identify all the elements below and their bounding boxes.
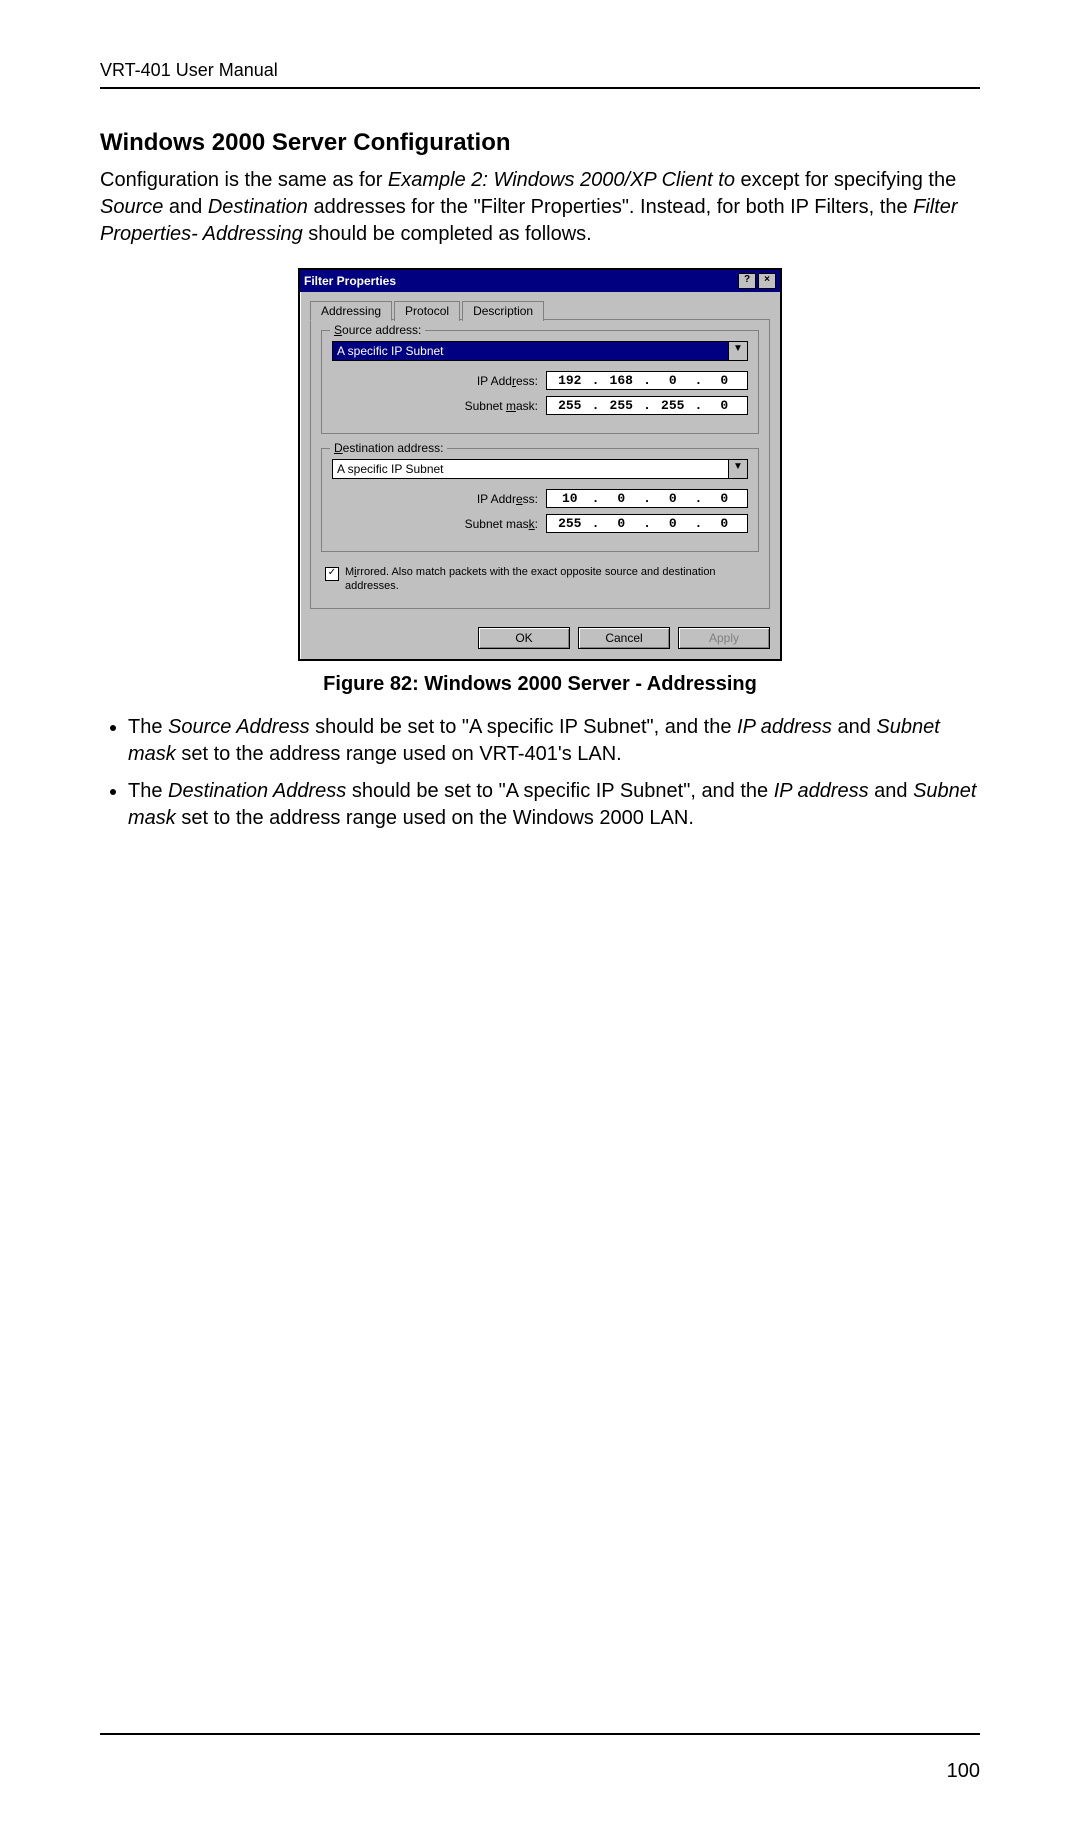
intro-italic-3: Destination [208, 196, 308, 218]
dialog-button-row: OK Cancel Apply [300, 617, 780, 659]
close-icon[interactable]: × [758, 273, 776, 289]
destination-mask-label: Subnet mask: [448, 517, 538, 531]
source-legend: Source address: [330, 323, 425, 337]
tab-strip: Addressing Protocol Description [310, 300, 770, 320]
mirrored-label: Mirrored. Also match packets with the ex… [345, 566, 755, 594]
destination-ip-label: IP Address: [448, 492, 538, 506]
ip-octet[interactable]: 0 [598, 515, 644, 532]
destination-legend: Destination address: [330, 441, 447, 455]
mirrored-checkbox-row[interactable]: ✓ Mirrored. Also match packets with the … [325, 566, 755, 594]
ip-octet[interactable]: 0 [650, 372, 696, 389]
ip-octet[interactable]: 0 [650, 515, 696, 532]
ip-octet[interactable]: 255 [547, 515, 593, 532]
ip-octet[interactable]: 192 [547, 372, 593, 389]
section-heading: Windows 2000 Server Configuration [100, 129, 980, 157]
source-address-group: Source address: A specific IP Subnet ▼ I… [321, 330, 759, 434]
intro-text: except for specifying the [741, 169, 957, 191]
ip-octet[interactable]: 0 [598, 490, 644, 507]
destination-mask-input[interactable]: 255. 0. 0. 0 [546, 514, 748, 533]
source-type-value: A specific IP Subnet [332, 341, 729, 361]
chevron-down-icon[interactable]: ▼ [729, 341, 748, 361]
intro-text: Configuration is the same as for [100, 169, 388, 191]
page-number: 100 [947, 1760, 980, 1783]
ip-octet[interactable]: 0 [701, 397, 747, 414]
ip-octet[interactable]: 255 [598, 397, 644, 414]
ip-octet[interactable]: 0 [701, 490, 747, 507]
filter-properties-dialog: Filter Properties ? × Addressing Protoco… [298, 268, 782, 661]
tab-protocol[interactable]: Protocol [394, 301, 460, 321]
bullet-list: The Source Address should be set to "A s… [100, 714, 980, 832]
figure-caption: Figure 82: Windows 2000 Server - Address… [100, 673, 980, 696]
dialog-titlebar[interactable]: Filter Properties ? × [300, 270, 780, 292]
ip-octet[interactable]: 255 [650, 397, 696, 414]
list-item: The Source Address should be set to "A s… [128, 714, 980, 768]
tab-addressing[interactable]: Addressing [310, 301, 392, 321]
list-item: The Destination Address should be set to… [128, 778, 980, 832]
destination-type-dropdown[interactable]: A specific IP Subnet ▼ [332, 459, 748, 479]
ip-octet[interactable]: 255 [547, 397, 593, 414]
ip-octet[interactable]: 168 [598, 372, 644, 389]
source-mask-input[interactable]: 255. 255. 255. 0 [546, 396, 748, 415]
page: VRT-401 User Manual Windows 2000 Server … [0, 0, 1080, 1823]
destination-type-value: A specific IP Subnet [332, 459, 729, 479]
intro-italic-1: Example 2: Windows 2000/XP Client to [388, 169, 741, 191]
tab-description[interactable]: Description [462, 301, 544, 321]
cancel-button[interactable]: Cancel [578, 627, 670, 649]
source-ip-input[interactable]: 192. 168. 0. 0 [546, 371, 748, 390]
tab-panel-addressing: Source address: A specific IP Subnet ▼ I… [310, 319, 770, 609]
ip-octet[interactable]: 0 [701, 372, 747, 389]
source-ip-label: IP Address: [448, 374, 538, 388]
ip-octet[interactable]: 10 [547, 490, 593, 507]
source-type-dropdown[interactable]: A specific IP Subnet ▼ [332, 341, 748, 361]
ip-octet[interactable]: 0 [701, 515, 747, 532]
intro-text: addresses for the "Filter Properties". I… [308, 196, 913, 218]
footer-rule [100, 1733, 980, 1735]
intro-text: and [163, 196, 207, 218]
dialog-title: Filter Properties [304, 274, 396, 288]
help-icon[interactable]: ? [738, 273, 756, 289]
source-mask-label: Subnet mask: [448, 399, 538, 413]
ok-button[interactable]: OK [478, 627, 570, 649]
running-header: VRT-401 User Manual [100, 60, 980, 81]
destination-ip-input[interactable]: 10. 0. 0. 0 [546, 489, 748, 508]
intro-text: should be completed as follows. [303, 223, 592, 245]
figure: Filter Properties ? × Addressing Protoco… [100, 268, 980, 661]
intro-paragraph: Configuration is the same as for Example… [100, 167, 980, 248]
destination-address-group: Destination address: A specific IP Subne… [321, 448, 759, 552]
header-rule [100, 87, 980, 89]
checkbox-icon[interactable]: ✓ [325, 567, 339, 581]
intro-italic-2: Source [100, 196, 163, 218]
apply-button[interactable]: Apply [678, 627, 770, 649]
ip-octet[interactable]: 0 [650, 490, 696, 507]
chevron-down-icon[interactable]: ▼ [729, 459, 748, 479]
